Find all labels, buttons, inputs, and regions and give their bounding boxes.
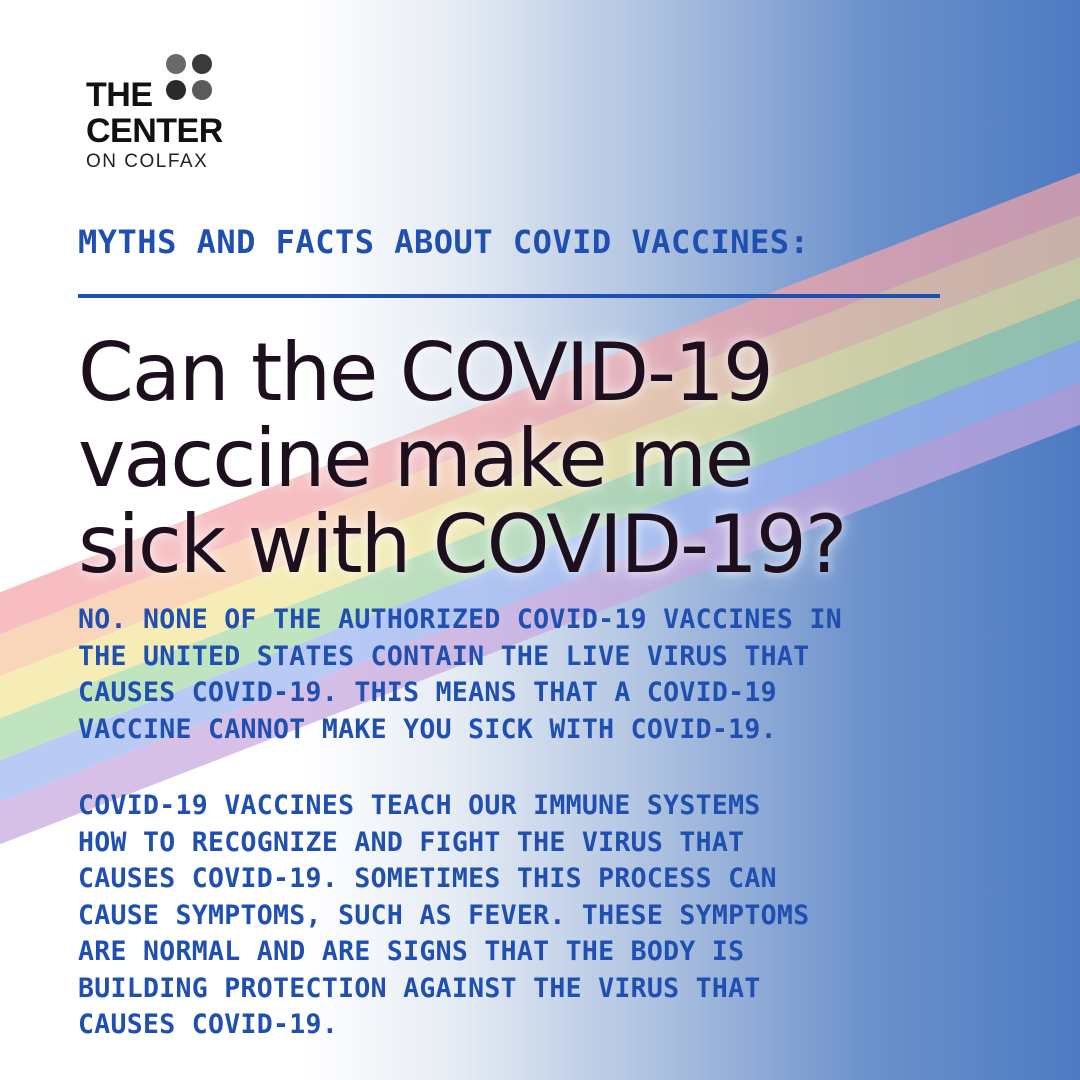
answer-line: COVID-19 VACCINES TEACH OUR IMMUNE SYSTE… bbox=[78, 790, 761, 821]
title-divider bbox=[78, 294, 940, 298]
answer-line: CAUSE SYMPTOMS, SUCH AS FEVER. THESE SYM… bbox=[78, 899, 810, 931]
series-title: MYTHS AND FACTS ABOUT COVID VACCINES: bbox=[78, 223, 810, 261]
answer-line: HOW TO RECOGNIZE AND FIGHT THE VIRUS THA… bbox=[78, 826, 745, 858]
answer-line: BUILDING PROTECTION AGAINST THE VIRUS TH… bbox=[78, 972, 761, 1004]
logo-text-center: CENTER bbox=[86, 112, 223, 150]
answer-line: THE UNITED STATES CONTAIN THE LIVE VIRUS… bbox=[78, 640, 810, 672]
logo-dot bbox=[166, 80, 186, 100]
answer-line: VACCINE CANNOT MAKE YOU SICK WITH COVID-… bbox=[78, 713, 777, 745]
logo-dot bbox=[192, 54, 212, 74]
center-on-colfax-logo: THE CENTER ON COLFAX bbox=[86, 54, 223, 174]
answer-line: ARE NORMAL AND ARE SIGNS THAT THE BODY I… bbox=[78, 936, 745, 967]
answer-line: CAUSES COVID-19. SOMETIMES THIS PROCESS … bbox=[78, 863, 777, 894]
logo-text-on-colfax: ON COLFAX bbox=[86, 151, 209, 172]
answer-paragraph-1: NO. NONE OF THE AUTHORIZED COVID-19 VACC… bbox=[78, 602, 1038, 748]
headline-question: Can the COVID-19 vaccine make me sick wi… bbox=[78, 330, 1038, 588]
answer-line: NO. NONE OF THE AUTHORIZED COVID-19 VACC… bbox=[78, 604, 842, 635]
answer-line: CAUSES COVID-19. bbox=[78, 1009, 339, 1040]
logo-dots-icon bbox=[166, 54, 216, 104]
logo-dot bbox=[192, 80, 212, 100]
logo-dot bbox=[166, 54, 186, 74]
answer-paragraph-2: COVID-19 VACCINES TEACH OUR IMMUNE SYSTE… bbox=[78, 788, 1038, 1044]
headline-line: Can the COVID-19 bbox=[78, 326, 774, 419]
headline-line: sick with COVID-19? bbox=[78, 498, 847, 591]
logo-text-the: THE bbox=[86, 76, 153, 114]
headline-line: vaccine make me bbox=[78, 412, 754, 505]
answer-line: CAUSES COVID-19. THIS MEANS THAT A COVID… bbox=[78, 677, 777, 708]
